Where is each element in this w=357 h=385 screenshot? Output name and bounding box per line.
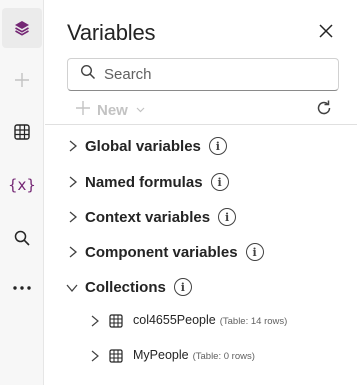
collection-name: MyPeople (Table: 0 rows)	[133, 348, 255, 362]
section-named-formulas[interactable]: Named formulas i	[45, 166, 357, 198]
info-icon[interactable]: i	[173, 278, 192, 296]
panel-title: Variables	[67, 20, 156, 45]
section-label: Collections	[85, 278, 166, 296]
chevron-down-icon	[65, 281, 78, 295]
collection-item[interactable]: MyPeople (Table: 0 rows)	[45, 341, 357, 371]
search-icon	[80, 64, 96, 85]
refresh-button[interactable]	[313, 99, 335, 121]
info-icon[interactable]: i	[218, 208, 237, 226]
section-label: Context variables	[85, 208, 211, 226]
more-button[interactable]	[2, 268, 42, 308]
variables-panel: Variables New	[45, 0, 357, 385]
search-button[interactable]	[2, 218, 42, 258]
section-label: Global variables	[85, 137, 201, 155]
variables-icon: {x}	[8, 176, 36, 194]
info-icon[interactable]: i	[208, 137, 227, 155]
collection-item[interactable]: col4655People (Table: 14 rows)	[45, 306, 357, 336]
section-component-variables[interactable]: Component variables i	[45, 236, 357, 268]
more-icon	[12, 285, 32, 291]
collection-name: col4655People (Table: 14 rows)	[133, 313, 288, 327]
data-button[interactable]	[2, 112, 42, 152]
refresh-icon	[315, 99, 333, 122]
insert-button[interactable]	[2, 60, 42, 100]
plus-icon	[13, 71, 31, 89]
new-button[interactable]: New	[75, 97, 145, 123]
chevron-right-icon	[67, 175, 79, 189]
search-icon	[13, 229, 31, 247]
close-button[interactable]	[315, 22, 337, 44]
toolbar: New	[45, 95, 357, 125]
table-icon	[109, 314, 123, 333]
search-input[interactable]	[104, 66, 324, 83]
info-icon[interactable]: i	[245, 243, 264, 261]
chevron-down-icon	[136, 105, 145, 116]
info-icon[interactable]: i	[210, 173, 229, 191]
plus-icon	[75, 100, 91, 120]
chevron-right-icon	[90, 349, 100, 368]
variables-button[interactable]: {x}	[2, 165, 42, 205]
new-button-label: New	[97, 101, 128, 119]
collection-meta: (Table: 0 rows)	[192, 351, 255, 362]
section-context-variables[interactable]: Context variables i	[45, 201, 357, 233]
chevron-right-icon	[67, 139, 79, 153]
section-collections[interactable]: Collections i	[45, 271, 357, 303]
section-label: Component variables	[85, 243, 238, 261]
chevron-right-icon	[90, 314, 100, 333]
layers-button[interactable]	[2, 8, 42, 48]
search-box[interactable]	[67, 58, 339, 91]
table-icon	[109, 349, 123, 368]
table-icon	[13, 123, 31, 141]
section-global-variables[interactable]: Global variables i	[45, 130, 357, 162]
collection-meta: (Table: 14 rows)	[219, 316, 288, 327]
layers-icon	[13, 19, 31, 37]
close-icon	[318, 23, 334, 44]
section-label: Named formulas	[85, 173, 203, 191]
chevron-right-icon	[67, 245, 79, 259]
left-rail: {x}	[0, 0, 44, 385]
chevron-right-icon	[67, 210, 79, 224]
